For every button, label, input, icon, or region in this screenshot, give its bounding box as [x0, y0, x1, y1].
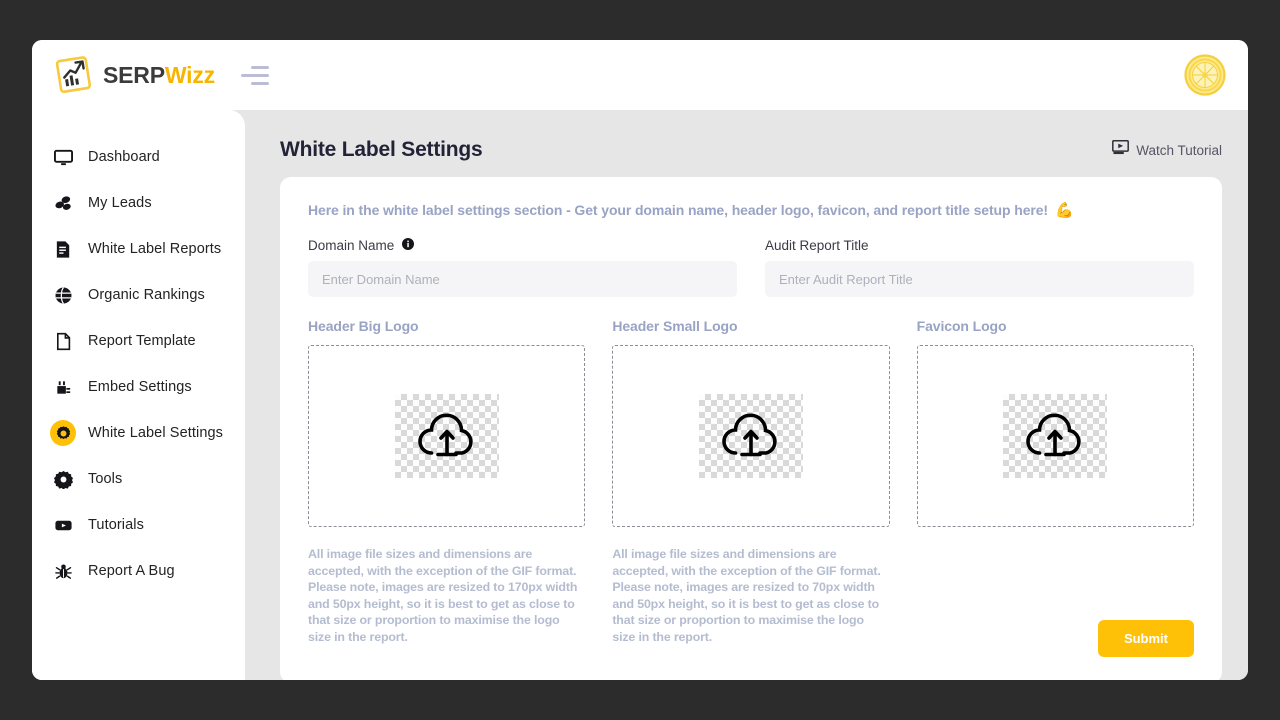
sidebar-item-label: White Label Reports — [88, 241, 221, 257]
sidebar-item-label: Report Template — [88, 333, 196, 349]
brand-wordmark: SERPWizz — [103, 64, 215, 87]
header-small-logo-title: Header Small Logo — [612, 318, 889, 334]
video-play-icon — [1112, 140, 1129, 160]
brand-logo[interactable]: SERPWizz — [54, 56, 215, 94]
sidebar-item-embed-settings[interactable]: Embed Settings — [32, 364, 245, 410]
gear-solid-icon — [50, 466, 76, 492]
flexed-biceps-emoji-icon: 💪 — [1055, 201, 1074, 219]
serpwizz-chart-logo-icon — [54, 56, 94, 94]
audit-report-title-field-group: Audit Report Title — [765, 238, 1194, 297]
sidebar-item-tutorials[interactable]: Tutorials — [32, 502, 245, 548]
header-small-logo-dropzone[interactable] — [612, 345, 889, 527]
monitor-icon — [50, 144, 76, 170]
citrus-avatar-icon[interactable] — [1184, 54, 1226, 96]
info-icon[interactable] — [402, 238, 414, 253]
sidebar: Dashboard My Leads White Label Reports — [32, 110, 245, 680]
info-banner: Here in the white label settings section… — [308, 201, 1194, 219]
settings-card: Here in the white label settings section… — [280, 177, 1222, 680]
domain-name-input[interactable] — [308, 261, 737, 297]
sidebar-item-white-label-reports[interactable]: White Label Reports — [32, 226, 245, 272]
header-big-logo-dropzone[interactable] — [308, 345, 585, 527]
brand-text-serp: SERP — [103, 62, 165, 88]
gear-icon — [50, 420, 76, 446]
header-big-logo-help-text: All image file sizes and dimensions are … — [308, 546, 585, 645]
globe-icon — [50, 282, 76, 308]
embed-plug-icon — [50, 374, 76, 400]
hamburger-line-3 — [251, 82, 269, 85]
header-small-logo-thumbnail — [699, 394, 803, 478]
cloud-upload-icon — [1024, 410, 1086, 463]
watch-tutorial-label: Watch Tutorial — [1136, 143, 1222, 158]
sidebar-item-organic-rankings[interactable]: Organic Rankings — [32, 272, 245, 318]
sidebar-item-label: Organic Rankings — [88, 287, 205, 303]
content-header: White Label Settings Watch Tutorial — [280, 132, 1222, 168]
page-icon — [50, 328, 76, 354]
domain-name-field-group: Domain Name — [308, 238, 737, 297]
submit-row: Submit — [1098, 620, 1194, 657]
audit-report-title-input[interactable] — [765, 261, 1194, 297]
hamburger-menu-icon[interactable] — [241, 63, 271, 87]
header-small-logo-help-text: All image file sizes and dimensions are … — [612, 546, 889, 645]
domain-name-label: Domain Name — [308, 238, 394, 253]
top-bar: SERPWizz — [32, 40, 1248, 110]
header-small-logo-group: Header Small Logo — [612, 318, 889, 645]
sidebar-item-label: Embed Settings — [88, 379, 192, 395]
cloud-upload-icon — [416, 410, 478, 463]
sidebar-item-label: My Leads — [88, 195, 152, 211]
app-body: Dashboard My Leads White Label Reports — [32, 110, 1248, 680]
sidebar-item-label: Tools — [88, 471, 122, 487]
sidebar-item-dashboard[interactable]: Dashboard — [32, 134, 245, 180]
submit-button[interactable]: Submit — [1098, 620, 1194, 657]
header-big-logo-thumbnail — [395, 394, 499, 478]
domain-name-label-row: Domain Name — [308, 238, 737, 253]
desktop-background: SERPWizz — [0, 0, 1280, 720]
hamburger-line-1 — [251, 66, 269, 69]
bug-icon — [50, 558, 76, 584]
header-big-logo-group: Header Big Logo — [308, 318, 585, 645]
sidebar-item-white-label-settings[interactable]: White Label Settings — [32, 410, 245, 456]
watch-tutorial-button[interactable]: Watch Tutorial — [1112, 140, 1222, 160]
cloud-upload-icon — [720, 410, 782, 463]
page-title: White Label Settings — [280, 138, 483, 162]
favicon-logo-title: Favicon Logo — [917, 318, 1194, 334]
favicon-logo-group: Favicon Logo — [917, 318, 1194, 645]
sidebar-item-my-leads[interactable]: My Leads — [32, 180, 245, 226]
sidebar-item-report-template[interactable]: Report Template — [32, 318, 245, 364]
sidebar-item-label: Report A Bug — [88, 563, 175, 579]
favicon-logo-dropzone[interactable] — [917, 345, 1194, 527]
upload-row: Header Big Logo — [308, 318, 1194, 645]
sidebar-item-tools[interactable]: Tools — [32, 456, 245, 502]
sidebar-item-label: Tutorials — [88, 517, 144, 533]
sidebar-item-label: Dashboard — [88, 149, 160, 165]
youtube-icon — [50, 512, 76, 538]
header-big-logo-title: Header Big Logo — [308, 318, 585, 334]
audit-report-title-label: Audit Report Title — [765, 238, 869, 253]
sidebar-item-report-a-bug[interactable]: Report A Bug — [32, 548, 245, 594]
info-banner-text: Here in the white label settings section… — [308, 202, 1048, 218]
audit-report-title-label-row: Audit Report Title — [765, 238, 1194, 253]
document-report-icon — [50, 236, 76, 262]
favicon-logo-thumbnail — [1003, 394, 1107, 478]
brand-text-wizz: Wizz — [165, 62, 215, 88]
leads-icon — [50, 190, 76, 216]
app-window: SERPWizz — [32, 40, 1248, 680]
main-content: White Label Settings Watch Tutorial — [245, 110, 1248, 680]
hamburger-line-2 — [241, 74, 269, 77]
sidebar-item-label: White Label Settings — [88, 425, 223, 441]
form-row: Domain Name Audit Report Title — [308, 238, 1194, 297]
